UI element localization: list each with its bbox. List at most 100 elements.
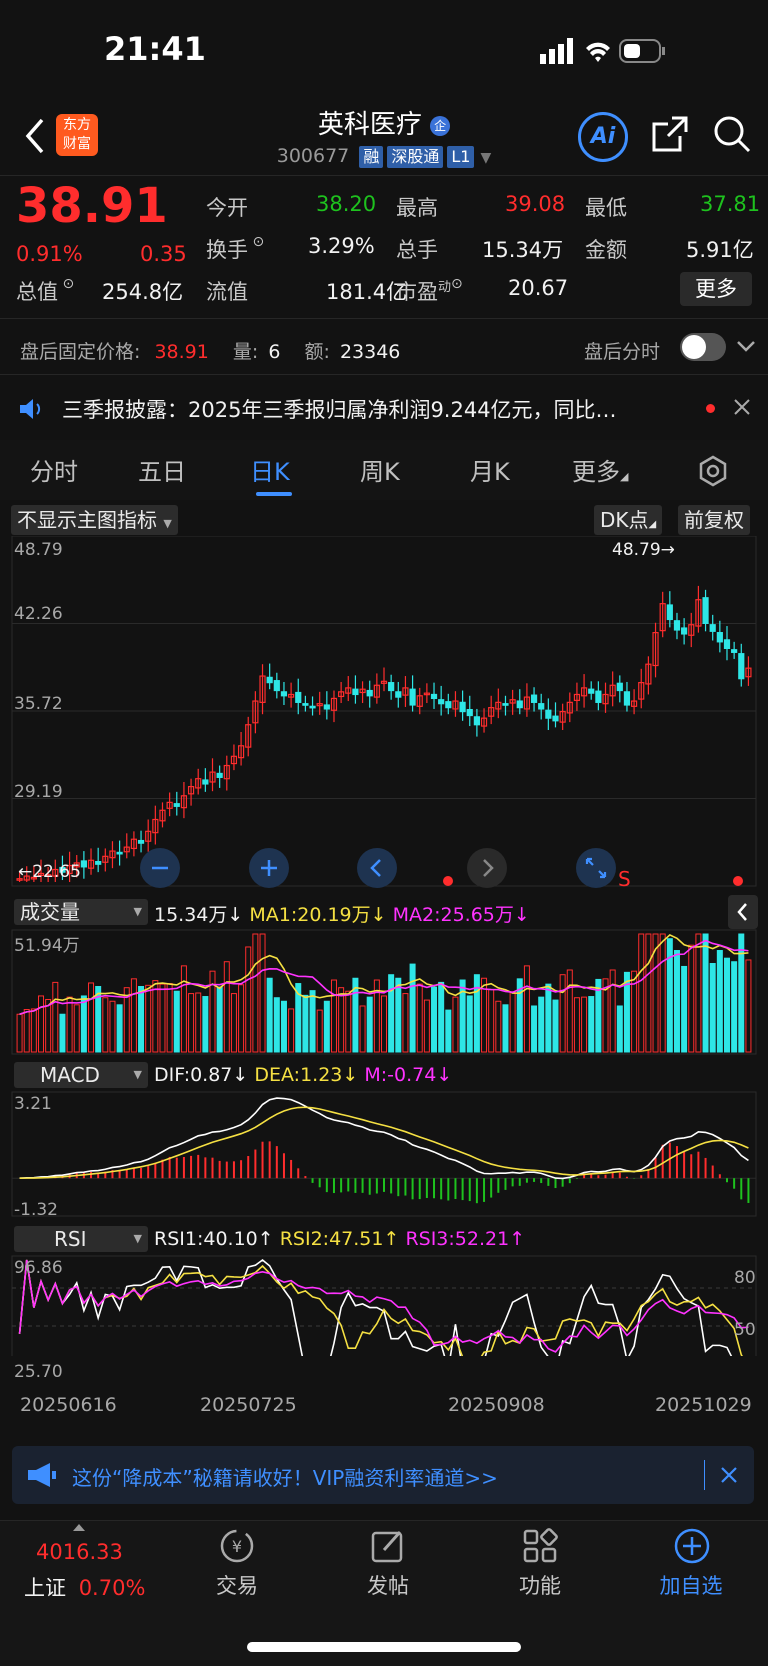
- pe-value: 20.67: [508, 276, 569, 300]
- macd-indicator-select[interactable]: MACD ▼: [14, 1062, 148, 1088]
- tab-intraday[interactable]: 分时: [30, 452, 78, 487]
- volume-bar: [30, 1008, 37, 1053]
- candle-body: [352, 688, 359, 696]
- nav-trade[interactable]: 交易: [182, 1570, 292, 1600]
- volume-value: 15.34万: [482, 238, 564, 262]
- tab-daily-k[interactable]: 日K: [250, 452, 290, 487]
- volume-bar: [45, 998, 52, 1053]
- adjust-mode-button[interactable]: 前复权: [678, 505, 750, 535]
- volume-bar: [323, 1000, 330, 1053]
- main-indicator-select[interactable]: 不显示主图指标 ▼: [11, 505, 178, 535]
- post-icon: [371, 1531, 403, 1563]
- macd-legend: DIF:0.87↓ DEA:1.23↓ M:-0.74↓: [154, 1064, 453, 1086]
- tab-more[interactable]: 更多◢: [572, 452, 628, 487]
- volume-bar: [216, 986, 223, 1053]
- volume-legend: 15.34万↓ MA1:20.19万↓ MA2:25.65万↓: [154, 904, 530, 926]
- grid-icon: [523, 1528, 558, 1563]
- volume-bar: [345, 990, 352, 1053]
- candle-body: [588, 688, 595, 694]
- more-button[interactable]: 更多: [680, 272, 752, 306]
- volume-bar: [716, 950, 723, 1053]
- tab-weekly-k[interactable]: 周K: [360, 452, 400, 487]
- dk-point-button[interactable]: DK点◢: [594, 505, 663, 535]
- rsi-indicator-select[interactable]: RSI ▼: [14, 1226, 148, 1252]
- volume-bar: [545, 983, 552, 1053]
- y-tick-max: 48.79: [14, 540, 63, 560]
- index-value[interactable]: 4016.33: [36, 1540, 123, 1564]
- nav-add-watchlist[interactable]: 加自选: [636, 1570, 746, 1600]
- candle-body: [473, 716, 480, 726]
- collapse-panel-button[interactable]: [728, 895, 758, 929]
- volume-bar: [402, 993, 409, 1053]
- change-percent: 0.91%: [16, 242, 83, 266]
- afterhours-toggle[interactable]: [680, 333, 726, 361]
- fullscreen-button[interactable]: [576, 848, 616, 888]
- ai-button[interactable]: Ai: [578, 112, 628, 162]
- market-cap-label[interactable]: 总值 ⊙: [16, 276, 74, 306]
- zoom-out-button[interactable]: [140, 848, 180, 888]
- volume-bar: [723, 957, 730, 1053]
- volume-bar: [288, 1008, 295, 1053]
- chevron-down-icon[interactable]: [736, 340, 756, 354]
- volume-bar: [73, 1004, 80, 1053]
- candle-body: [309, 705, 316, 709]
- volume-bar: [59, 1013, 66, 1053]
- gear-icon[interactable]: [696, 454, 730, 488]
- x-tick-3: 20250908: [448, 1394, 545, 1416]
- turnover-label[interactable]: 换手 ⊙: [206, 234, 264, 264]
- candle-body: [459, 701, 466, 713]
- volume-bar: [688, 944, 695, 1053]
- candle-body: [673, 620, 681, 631]
- share-icon[interactable]: [650, 114, 690, 154]
- volume-label: 总手: [396, 238, 438, 262]
- volume-bar: [695, 933, 702, 1053]
- signal-dot: [443, 876, 453, 886]
- volume-bar: [366, 996, 373, 1053]
- nav-functions[interactable]: 功能: [485, 1570, 595, 1600]
- candle-body: [716, 632, 723, 643]
- candle-body: [202, 779, 209, 785]
- pe-label[interactable]: 市盈动⊙: [396, 276, 463, 306]
- candle-body: [738, 653, 745, 680]
- search-icon[interactable]: [712, 114, 752, 154]
- volume-bar: [659, 933, 666, 1053]
- close-icon[interactable]: [720, 1466, 738, 1484]
- market-cap-value: 254.8亿: [102, 280, 184, 304]
- float-cap-label: 流值: [206, 280, 248, 304]
- volume-bar: [280, 1000, 287, 1053]
- promo-banner[interactable]: 这份“降成本”秘籍请收好！VIP融资利率通道>>: [12, 1446, 754, 1504]
- volume-indicator-select[interactable]: 成交量 ▼: [14, 899, 148, 925]
- candle-body: [616, 682, 623, 692]
- volume-bar: [102, 997, 109, 1053]
- volume-bar: [445, 1009, 452, 1053]
- candle-body: [116, 851, 123, 855]
- volume-bar: [738, 933, 745, 1053]
- zoom-in-button[interactable]: [249, 848, 289, 888]
- volume-bar: [188, 993, 195, 1053]
- volume-bar: [302, 994, 309, 1053]
- scroll-right-button[interactable]: [467, 848, 507, 888]
- add-watchlist-icon: [674, 1528, 710, 1564]
- tab-five-day[interactable]: 五日: [138, 452, 186, 487]
- rsi-max-label: 96.86: [14, 1258, 63, 1278]
- volume-bar: [559, 974, 566, 1053]
- rsi-legend: RSI1:40.10↑ RSI2:47.51↑ RSI3:52.21↑: [154, 1228, 526, 1250]
- status-bar: 21:41: [0, 0, 768, 100]
- volume-bar: [159, 983, 166, 1053]
- float-cap-value: 181.4亿: [326, 280, 408, 304]
- volume-bar: [531, 1005, 538, 1053]
- candle-body: [173, 803, 180, 807]
- signal-icon: [540, 54, 546, 64]
- low-label: 最低: [585, 196, 627, 220]
- speaker-icon: [20, 399, 41, 419]
- tab-monthly-k[interactable]: 月K: [470, 452, 510, 487]
- news-ticker[interactable]: 三季报披露：2025年三季报归属净利润9.244亿元，同比…: [0, 378, 768, 438]
- scroll-left-button[interactable]: [357, 848, 397, 888]
- x-tick-4: 20251029: [655, 1394, 752, 1416]
- nav-post[interactable]: 发帖: [333, 1570, 443, 1600]
- index-ticker[interactable]: 上证 0.70%: [24, 1572, 145, 1602]
- close-icon[interactable]: [733, 398, 751, 416]
- candle-body: [545, 709, 552, 719]
- volume-bar: [538, 996, 545, 1053]
- unread-dot: [706, 404, 715, 413]
